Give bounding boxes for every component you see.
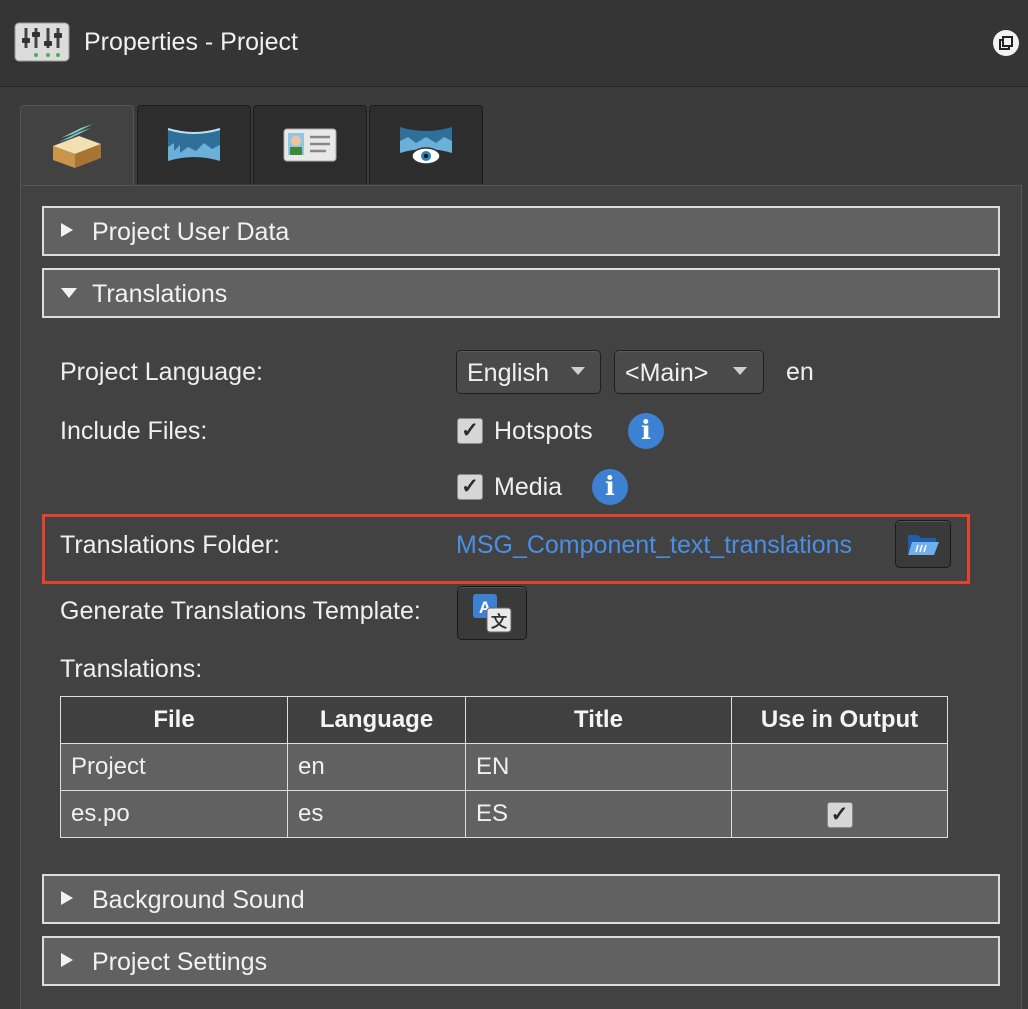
column-header-title[interactable]: Title [465, 696, 732, 744]
chevron-down-icon [733, 367, 747, 375]
column-header-file[interactable]: File [60, 696, 288, 744]
hotspots-checkbox[interactable]: ✓ [457, 418, 483, 444]
cell-use-in-output [731, 743, 948, 791]
translations-folder-label: Translations Folder: [60, 531, 280, 559]
translate-icon: A 文 [473, 594, 512, 633]
media-checkbox[interactable]: ✓ [457, 474, 483, 500]
cell-language: es [287, 790, 466, 838]
variant-select-value: <Main> [625, 359, 709, 387]
column-header-language[interactable]: Language [287, 696, 466, 744]
expand-triangle-icon [61, 223, 73, 237]
open-folder-icon [908, 535, 939, 555]
title-bar: Properties - Project [0, 0, 1028, 87]
browse-folder-button[interactable] [895, 520, 951, 568]
cell-file: es.po [60, 790, 288, 838]
section-label: Background Sound [92, 886, 305, 914]
project-language-label: Project Language: [60, 358, 263, 386]
expand-triangle-icon [61, 891, 73, 905]
window-title: Properties - Project [84, 28, 298, 56]
table-row[interactable]: Project en EN [60, 743, 948, 791]
include-files-label: Include Files: [60, 417, 208, 445]
translations-folder-link[interactable]: MSG_Component_text_translations [456, 531, 852, 560]
column-header-use-in-output[interactable]: Use in Output [731, 696, 948, 744]
media-label: Media [494, 473, 563, 501]
undock-icon[interactable] [992, 29, 1020, 57]
sliders-icon [14, 22, 70, 62]
use-in-output-checkbox[interactable]: ✓ [826, 802, 853, 828]
cell-title: EN [465, 743, 732, 791]
info-icon[interactable]: i [628, 413, 664, 449]
panorama-viewer-icon [400, 127, 452, 165]
tab-info-card[interactable] [253, 105, 367, 184]
section-label: Project Settings [92, 948, 268, 976]
expand-triangle-icon [61, 953, 73, 967]
section-label: Translations [92, 280, 228, 308]
svg-text:文: 文 [491, 612, 508, 631]
generate-template-button[interactable]: A 文 [457, 586, 527, 640]
language-select[interactable]: English [456, 350, 601, 394]
variant-select[interactable]: <Main> [614, 350, 764, 394]
id-card-icon [283, 128, 337, 162]
project-box-icon [53, 124, 101, 168]
cell-file: Project [60, 743, 288, 791]
section-project-settings[interactable]: Project Settings [42, 936, 1000, 986]
cell-use-in-output: ✓ [731, 790, 948, 838]
hotspots-label: Hotspots [494, 417, 593, 445]
translations-table: File Language Title Use in Output Projec… [60, 696, 948, 838]
section-label: Project User Data [92, 218, 290, 246]
tab-viewer[interactable] [369, 105, 483, 184]
tab-project[interactable] [20, 105, 134, 188]
cell-language: en [287, 743, 466, 791]
generate-template-label: Generate Translations Template: [60, 597, 421, 625]
table-header-row: File Language Title Use in Output [60, 696, 948, 744]
section-project-user-data[interactable]: Project User Data [42, 206, 1000, 256]
table-row[interactable]: es.po es ES ✓ [60, 790, 948, 838]
language-select-value: English [467, 359, 549, 387]
panorama-icon [167, 128, 221, 161]
section-background-sound[interactable]: Background Sound [42, 874, 1000, 924]
translations-table-label: Translations: [60, 655, 203, 683]
tab-panorama[interactable] [137, 105, 251, 184]
cell-title: ES [465, 790, 732, 838]
collapse-triangle-icon [61, 288, 77, 298]
section-translations[interactable]: Translations [42, 268, 1000, 318]
language-code: en [786, 358, 814, 386]
chevron-down-icon [571, 367, 585, 375]
info-icon[interactable]: i [592, 469, 628, 505]
